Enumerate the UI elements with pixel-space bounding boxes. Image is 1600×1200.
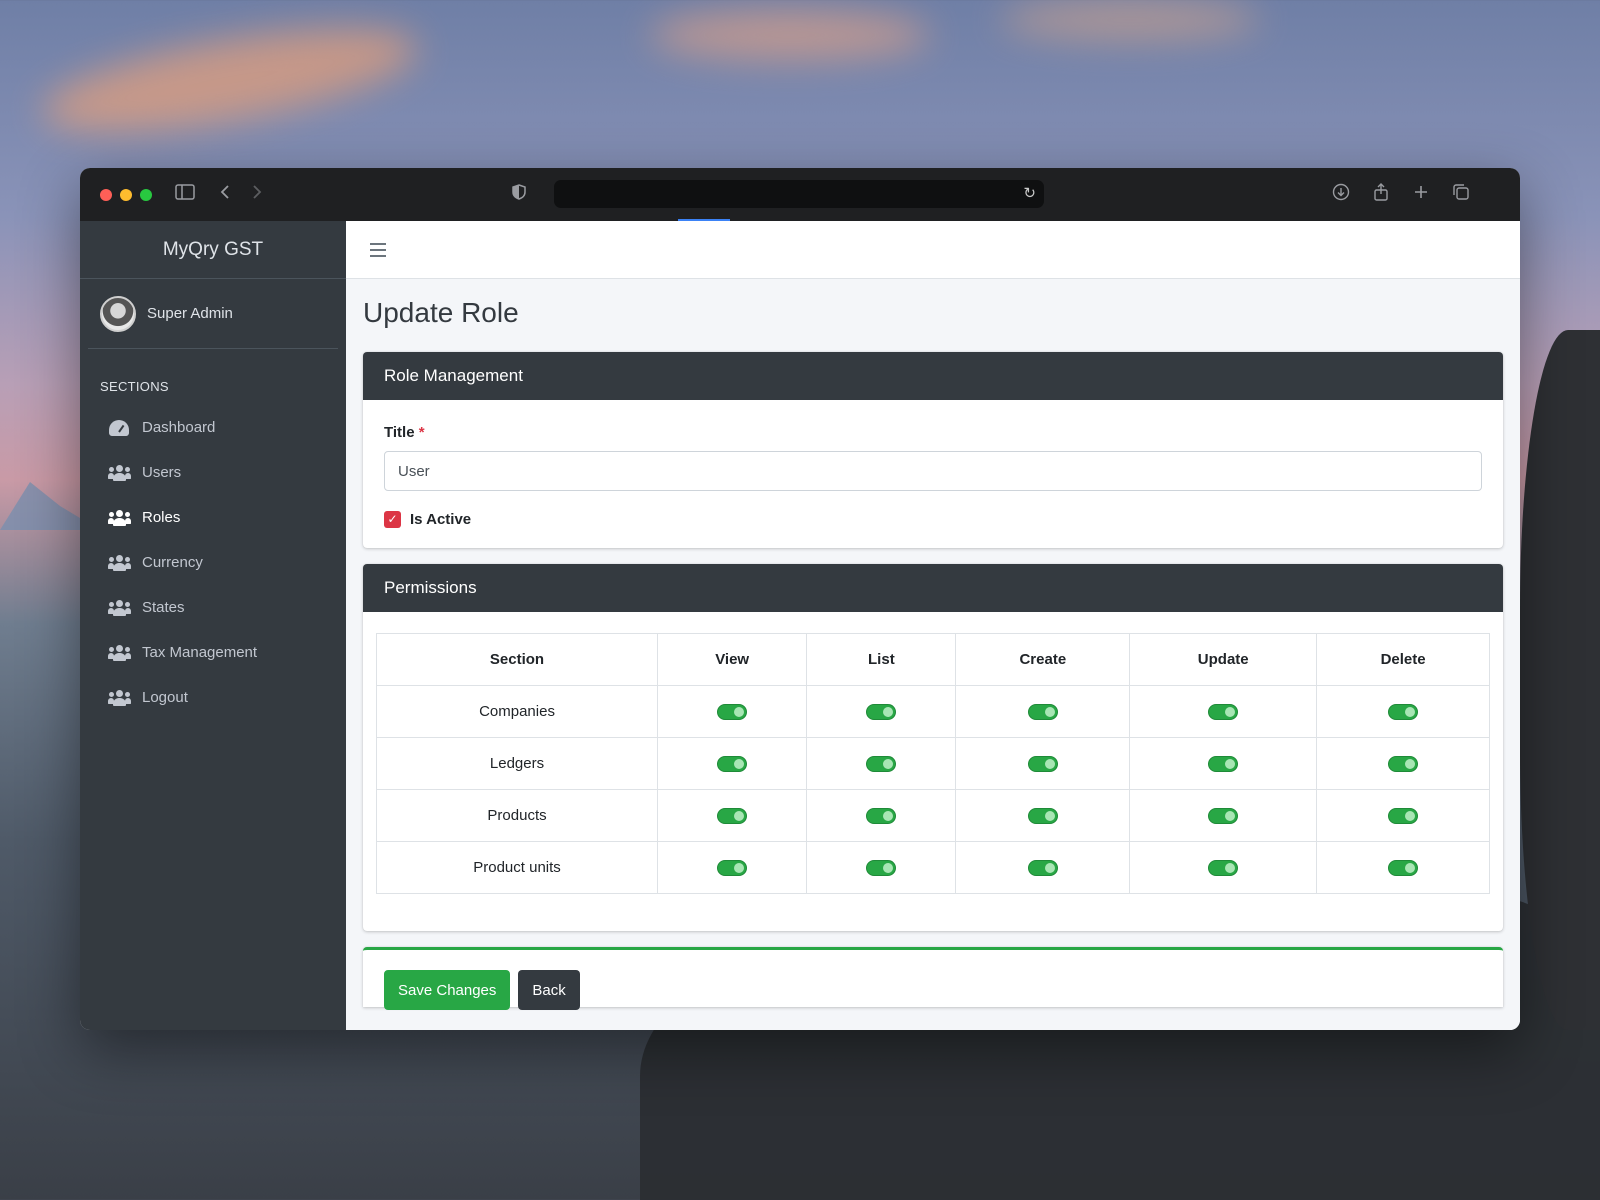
users-icon [108,689,131,706]
view-toggle[interactable] [717,756,748,773]
card-header: Role Management [363,352,1503,400]
zoom-window-button[interactable] [140,189,152,201]
section-cell: Ledgers [375,737,659,790]
view-toggle[interactable] [717,808,748,825]
permissions-card: Permissions Section View List Create Upd… [363,564,1503,931]
table-row: Companies [375,685,1490,738]
section-cell: Product units [375,841,659,894]
sidebar-item-logout[interactable]: Logout [80,675,346,720]
list-toggle[interactable] [866,860,897,877]
title-label: Title * [384,424,425,441]
column-header: List [806,633,957,686]
view-toggle[interactable] [717,704,748,721]
dashboard-icon [108,419,130,436]
table-row: Product units [375,841,1490,894]
page-title: Update Role [363,297,519,328]
is-active-checkbox[interactable]: ✓ [384,511,401,528]
avatar [100,295,136,332]
new-tab-icon[interactable] [1410,183,1432,205]
update-toggle[interactable] [1208,808,1239,825]
wallpaper-rock [1520,330,1600,1030]
users-icon [108,554,131,571]
address-bar[interactable]: ↻ [554,180,1044,208]
users-icon [108,464,131,481]
download-icon[interactable] [1330,183,1352,206]
sidebar-item-label: Roles [142,509,181,526]
role-management-card: Role Management Title * ✓ Is Active [363,352,1503,548]
create-toggle[interactable] [1027,756,1058,773]
sidebar-item-label: Logout [142,689,188,706]
shield-icon[interactable] [508,183,530,205]
tab-overview-icon[interactable] [1450,183,1472,206]
back-button[interactable]: Back [518,970,580,1010]
card-header: Permissions [363,564,1503,612]
sections-header: SECTIONS [100,379,169,394]
users-icon [108,509,131,526]
sidebar-item-label: Dashboard [142,419,216,436]
column-header: View [657,633,808,686]
reload-icon[interactable]: ↻ [1023,184,1036,202]
forward-arrow-icon[interactable] [246,183,268,205]
create-toggle[interactable] [1027,808,1058,825]
minimize-window-button[interactable] [120,189,132,201]
is-active-label[interactable]: Is Active [410,511,471,528]
top-navbar [346,221,1520,279]
update-toggle[interactable] [1208,756,1239,773]
user-name[interactable]: Super Admin [147,305,233,322]
back-arrow-icon[interactable] [214,183,236,205]
column-header: Update [1129,633,1318,686]
sidebar-item-currency[interactable]: Currency [80,540,346,585]
table-row: Ledgers [375,737,1490,790]
user-panel[interactable]: Super Admin [88,279,338,349]
share-icon[interactable] [1370,183,1392,206]
sidebar-toggle-icon[interactable] [174,183,196,205]
required-mark: * [418,424,425,441]
create-toggle[interactable] [1027,860,1058,877]
table-header-row: Section View List Create Update Delete [375,633,1490,686]
brand-link[interactable]: MyQry GST [80,221,346,279]
wallpaper-cloud [650,10,930,60]
form-actions: Save Changes Back [363,947,1503,1010]
sidebar-item-dashboard[interactable]: Dashboard [80,405,346,450]
users-icon [108,599,131,616]
main-content: Update Role Role Management Title * ✓ Is… [346,221,1520,1030]
sidebar-item-label: States [142,599,185,616]
is-active-row: ✓ Is Active [384,511,1482,528]
update-toggle[interactable] [1208,704,1239,721]
sidebar: MyQry GST Super Admin SECTIONS Dashboard… [80,221,346,1030]
browser-titlebar: ↻ [80,168,1520,221]
permissions-table: Section View List Create Update Delete C… [375,633,1490,894]
menu-toggle-icon[interactable] [370,242,386,257]
list-toggle[interactable] [866,704,897,721]
column-header: Section [375,633,659,686]
delete-toggle[interactable] [1388,704,1419,721]
view-toggle[interactable] [717,860,748,877]
delete-toggle[interactable] [1388,808,1419,825]
sidebar-item-states[interactable]: States [80,585,346,630]
section-cell: Products [375,789,659,842]
wallpaper-cloud [35,7,425,153]
delete-toggle[interactable] [1388,756,1419,773]
save-changes-button[interactable]: Save Changes [384,970,511,1010]
list-toggle[interactable] [866,756,897,773]
sidebar-item-label: Users [142,464,182,481]
create-toggle[interactable] [1027,704,1058,721]
users-icon [108,644,131,661]
sidebar-item-roles[interactable]: Roles [80,495,346,540]
close-window-button[interactable] [100,189,112,201]
column-header: Delete [1316,633,1490,686]
title-field[interactable] [384,451,1482,491]
wallpaper-cloud [1000,0,1260,40]
sidebar-item-tax-management[interactable]: Tax Management [80,630,346,675]
column-header: Create [955,633,1131,686]
sidebar-item-label: Tax Management [142,644,258,661]
section-cell: Companies [375,685,659,738]
list-toggle[interactable] [866,808,897,825]
sidebar-item-label: Currency [142,554,203,571]
browser-window: ↻ MyQry GST Super Admin SECTIONS Dashboa… [80,168,1520,1030]
update-toggle[interactable] [1208,860,1239,877]
table-row: Products [375,789,1490,842]
delete-toggle[interactable] [1388,860,1419,877]
sidebar-item-users[interactable]: Users [80,450,346,495]
